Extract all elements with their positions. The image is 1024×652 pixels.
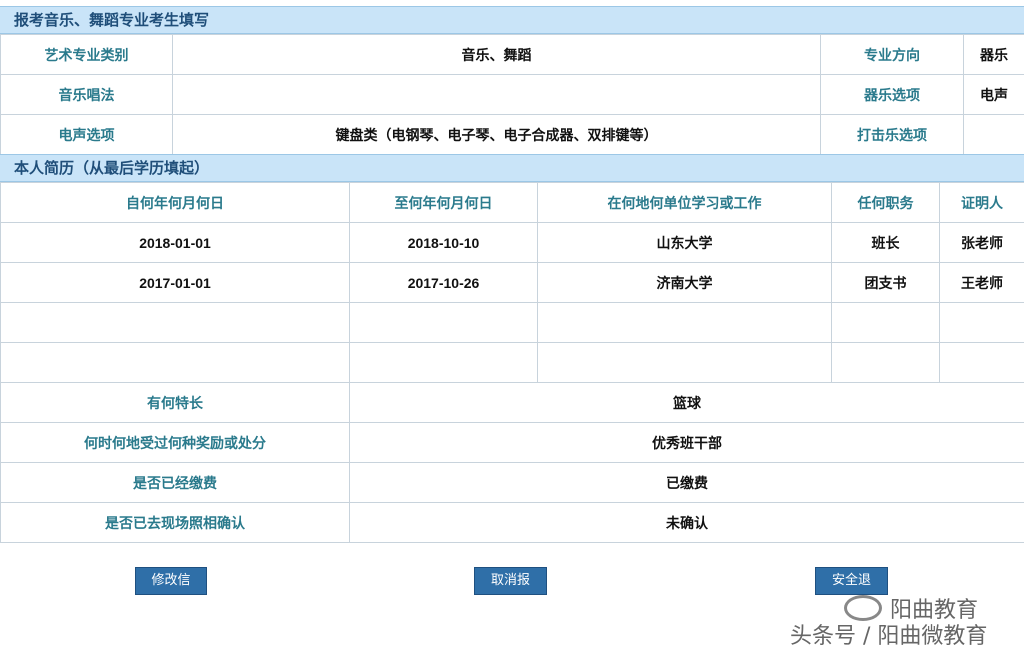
- value-major-direction: 器乐: [963, 34, 1024, 75]
- column-header-place: 在何地何单位学习或工作: [537, 182, 832, 223]
- section-header-art: 报考音乐、舞蹈专业考生填写: [0, 6, 1024, 34]
- cell-place: 山东大学: [537, 222, 832, 263]
- cell-reference: [939, 342, 1024, 383]
- cell-from-date: [0, 342, 350, 383]
- label-electronic-option: 电声选项: [0, 114, 173, 155]
- art-major-table: 艺术专业类别 音乐、舞蹈 专业方向 器乐 音乐唱法 器乐选项 电声 电声选项 键…: [0, 34, 1024, 155]
- value-specialty: 篮球: [349, 382, 1024, 423]
- logout-button[interactable]: 安全退出: [815, 567, 888, 614]
- table-row: 何时何地受过何种奖励或处分 优秀班干部: [0, 422, 1024, 463]
- column-header-reference: 证明人: [939, 182, 1024, 223]
- cell-from-date: 2017-01-01: [0, 262, 350, 303]
- cell-position: [831, 342, 940, 383]
- cell-from-date: 2018-01-01: [0, 222, 350, 263]
- section-header-resume: 本人简历（从最后学历填起）: [0, 154, 1024, 182]
- table-row: [0, 342, 1024, 383]
- cell-position: 团支书: [831, 262, 940, 303]
- label-art-category: 艺术专业类别: [0, 34, 173, 75]
- cell-to-date: 2018-10-10: [349, 222, 538, 263]
- cell-reference: 张老师: [939, 222, 1024, 263]
- table-row: 是否已去现场照相确认 未确认: [0, 502, 1024, 543]
- cell-place: 济南大学: [537, 262, 832, 303]
- label-photo-confirmed: 是否已去现场照相确认: [0, 502, 350, 543]
- cell-place: [537, 342, 832, 383]
- label-percussion-option: 打击乐选项: [820, 114, 964, 155]
- value-instrument-option: 电声: [963, 74, 1024, 115]
- cell-from-date: [0, 302, 350, 343]
- table-row: 2018-01-01 2018-10-10 山东大学 班长 张老师: [0, 222, 1024, 263]
- cell-place: [537, 302, 832, 343]
- cell-reference: [939, 302, 1024, 343]
- label-major-direction: 专业方向: [820, 34, 964, 75]
- column-header-from-date: 自何年何月何日: [0, 182, 350, 223]
- value-art-category: 音乐、舞蹈: [172, 34, 821, 75]
- label-fee-paid: 是否已经缴费: [0, 462, 350, 503]
- cell-to-date: [349, 302, 538, 343]
- table-row: [0, 302, 1024, 343]
- value-fee-paid: 已缴费: [349, 462, 1024, 503]
- cell-reference: 王老师: [939, 262, 1024, 303]
- table-row: 有何特长 篮球: [0, 382, 1024, 423]
- table-row: 是否已经缴费 已缴费: [0, 462, 1024, 503]
- cell-to-date: 2017-10-26: [349, 262, 538, 303]
- cell-position: [831, 302, 940, 343]
- value-percussion-option: [963, 114, 1024, 155]
- label-specialty: 有何特长: [0, 382, 350, 423]
- column-header-position: 任何职务: [831, 182, 940, 223]
- label-singing-style: 音乐唱法: [0, 74, 173, 115]
- value-photo-confirmed: 未确认: [349, 502, 1024, 543]
- watermark-source: 头条号 / 阳曲微教育: [790, 624, 988, 649]
- resume-table: 自何年何月何日 至何年何月何日 在何地何单位学习或工作 任何职务 证明人 201…: [0, 182, 1024, 543]
- cell-position: 班长: [831, 222, 940, 263]
- table-row: 2017-01-01 2017-10-26 济南大学 团支书 王老师: [0, 262, 1024, 303]
- table-row: 电声选项 键盘类（电钢琴、电子琴、电子合成器、双排键等） 打击乐选项: [0, 114, 1024, 155]
- label-instrument-option: 器乐选项: [820, 74, 964, 115]
- value-awards: 优秀班干部: [349, 422, 1024, 463]
- table-row: 音乐唱法 器乐选项 电声: [0, 74, 1024, 115]
- label-awards: 何时何地受过何种奖励或处分: [0, 422, 350, 463]
- column-header-to-date: 至何年何月何日: [349, 182, 538, 223]
- table-row: 艺术专业类别 音乐、舞蹈 专业方向 器乐: [0, 34, 1024, 75]
- cancel-registration-button[interactable]: 取消报名: [474, 567, 547, 614]
- table-header-row: 自何年何月何日 至何年何月何日 在何地何单位学习或工作 任何职务 证明人: [0, 182, 1024, 223]
- cell-to-date: [349, 342, 538, 383]
- value-electronic-option: 键盘类（电钢琴、电子琴、电子合成器、双排键等）: [172, 114, 821, 155]
- value-singing-style: [172, 74, 821, 115]
- edit-info-button[interactable]: 修改信息: [135, 567, 207, 614]
